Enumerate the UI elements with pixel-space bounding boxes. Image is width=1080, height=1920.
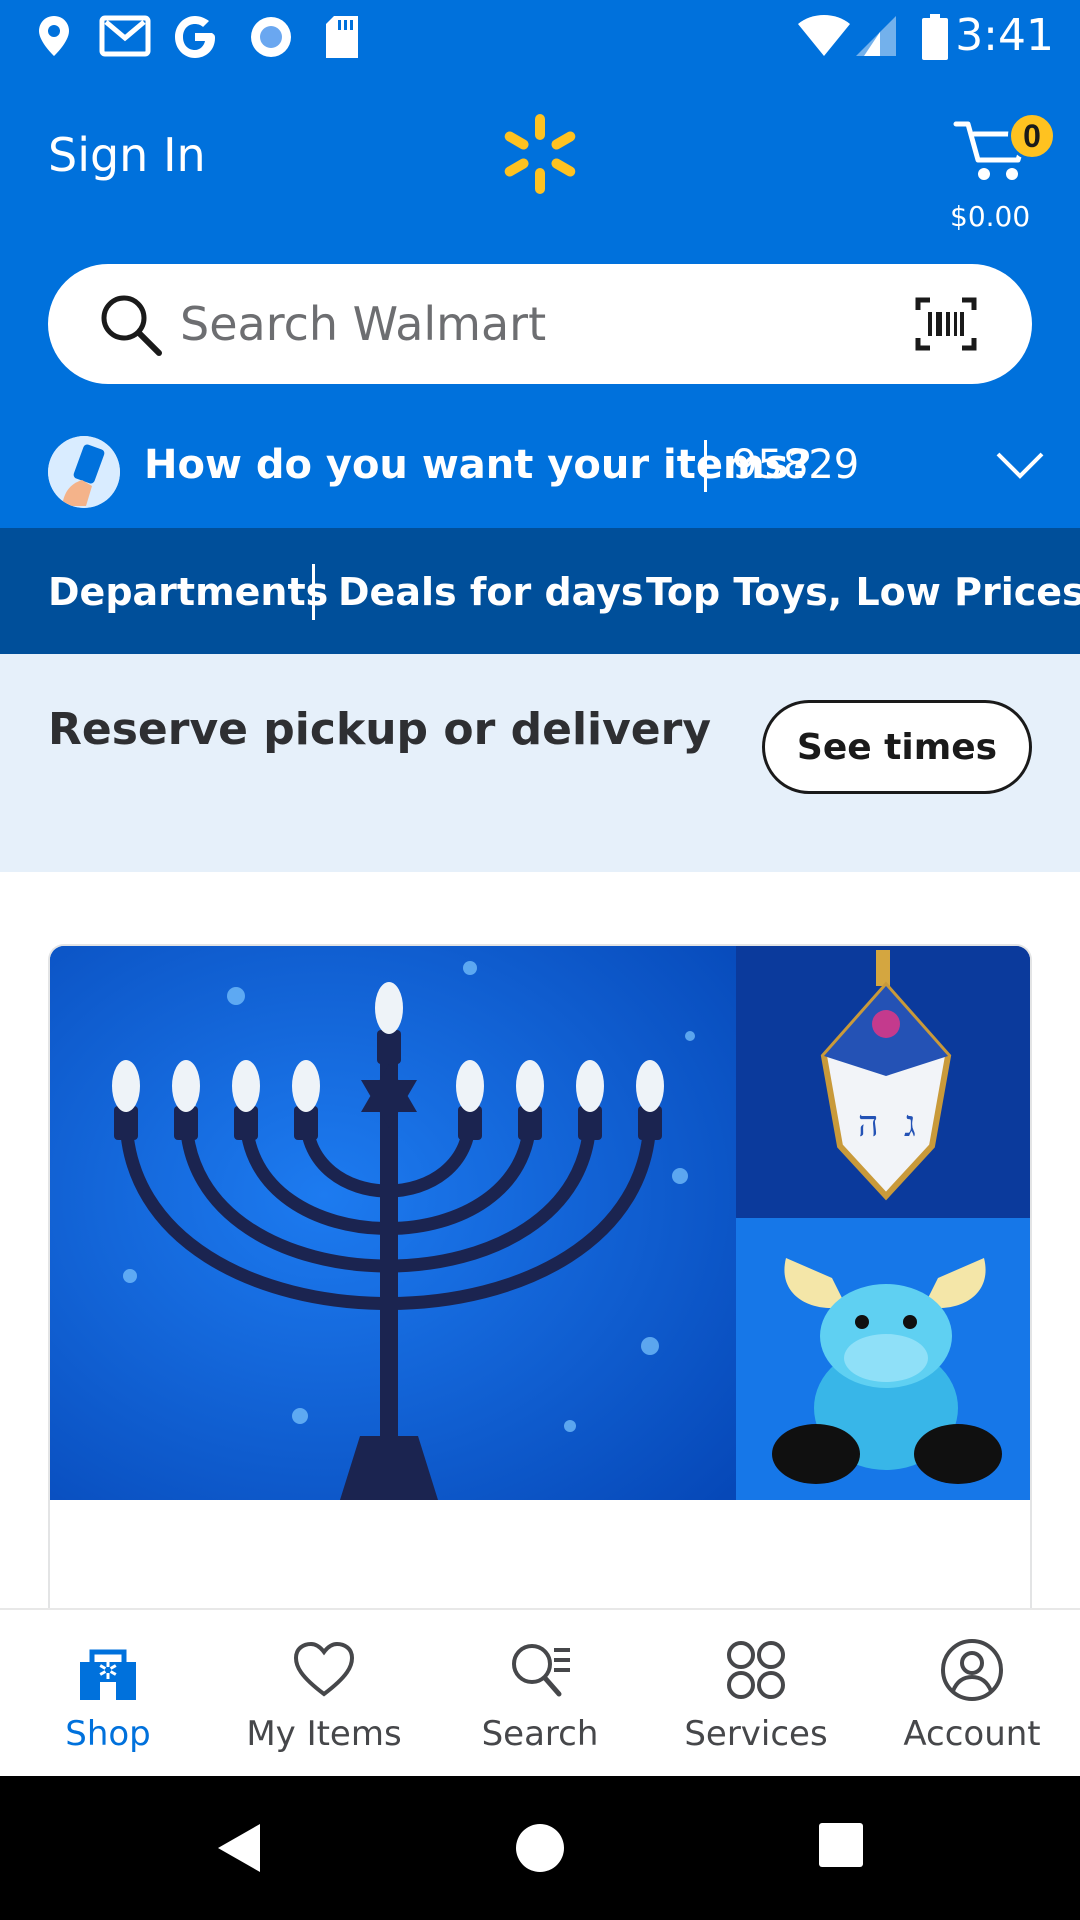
see-times-button[interactable]: See times [762, 700, 1032, 794]
tab-label-my-items: My Items [246, 1714, 402, 1754]
fulfillment-divider [704, 440, 707, 492]
cart-total[interactable]: $0.00 [950, 200, 1030, 233]
gmail-icon [99, 15, 151, 57]
tab-account[interactable]: Account [864, 1610, 1080, 1778]
shop-icon [80, 1649, 136, 1700]
nav-link-top-toys[interactable]: Top Toys, Low Prices [646, 570, 1080, 614]
fulfillment-question: How do you want your items? [144, 442, 812, 488]
google-icon [175, 16, 215, 58]
account-icon [941, 1639, 1003, 1701]
tab-services[interactable]: Services [648, 1610, 864, 1778]
header: Sign In 0 $0.00 Search Walmart How do yo… [0, 72, 1080, 528]
wifi-icon [798, 15, 850, 56]
promo-banner[interactable]: ה ג [48, 944, 1032, 1610]
nav-divider [312, 564, 315, 620]
chevron-down-icon[interactable] [994, 446, 1046, 486]
nav-link-deals[interactable]: Deals for days [338, 570, 644, 614]
tab-label-search: Search [481, 1714, 599, 1754]
walmart-spark-icon[interactable] [500, 112, 580, 196]
category-nav: Departments Deals for days Top Toys, Low… [0, 528, 1080, 654]
tab-search[interactable]: Search [432, 1610, 648, 1778]
svg-text:ג: ג [904, 1104, 916, 1145]
search-input[interactable] [180, 264, 920, 384]
fulfillment-icon [48, 436, 120, 508]
tab-label-services: Services [684, 1714, 828, 1754]
location-icon [39, 16, 69, 56]
record-icon [251, 17, 291, 57]
home-icon[interactable] [514, 1822, 566, 1874]
menorah-image [50, 946, 736, 1500]
status-bar: 3:41 [0, 0, 1080, 72]
reserve-title: Reserve pickup or delivery [48, 704, 712, 755]
tab-label-shop: Shop [65, 1714, 151, 1754]
tab-my-items[interactable]: My Items [216, 1610, 432, 1778]
barcode-scanner-icon[interactable] [914, 296, 978, 352]
svg-text:ה: ה [858, 1104, 879, 1145]
reserve-banner: Reserve pickup or delivery See times [0, 654, 1080, 872]
signal-icon [856, 16, 896, 56]
heart-icon [293, 1641, 355, 1697]
sign-in-link[interactable]: Sign In [48, 128, 206, 182]
search-icon [101, 295, 162, 356]
back-icon[interactable] [216, 1822, 262, 1874]
sd-card-icon [326, 16, 358, 58]
fulfillment-selector[interactable]: How do you want your items? 95829 [0, 416, 1080, 528]
plush-moose-image [736, 1218, 1030, 1500]
battery-icon [922, 14, 948, 60]
zip-code: 95829 [732, 442, 860, 488]
status-time: 3:41 [955, 10, 1054, 61]
tab-shop[interactable]: Shop [0, 1610, 216, 1778]
tab-label-account: Account [903, 1714, 1041, 1754]
services-icon [727, 1641, 785, 1699]
search-list-icon [512, 1644, 570, 1697]
search-bar[interactable] [48, 264, 1032, 384]
bottom-tab-bar: Shop My Items Search Services Account [0, 1608, 1080, 1776]
recents-icon[interactable] [818, 1822, 864, 1868]
dreidel-ornament-image: ה ג [736, 946, 1030, 1218]
system-navigation-bar [0, 1776, 1080, 1920]
nav-link-departments[interactable]: Departments [48, 570, 328, 614]
cart-count-badge[interactable]: 0 [1008, 112, 1056, 160]
